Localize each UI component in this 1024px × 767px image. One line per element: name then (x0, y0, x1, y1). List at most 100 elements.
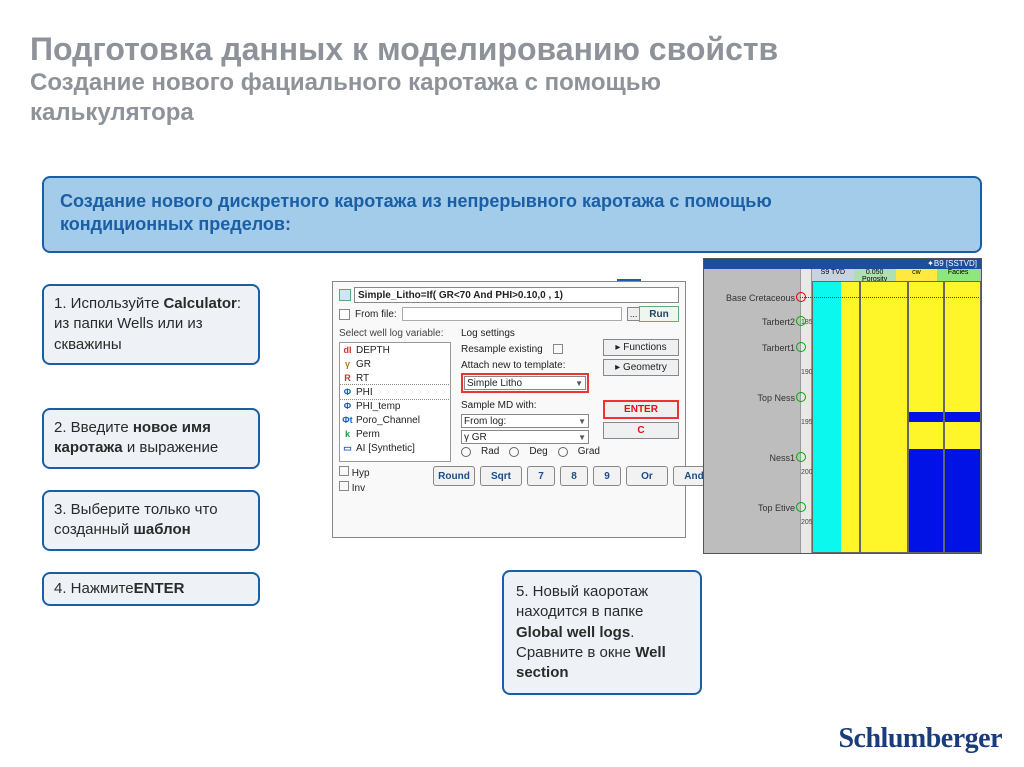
step-3-bold: шаблон (133, 521, 190, 538)
tree-item-phi_temp[interactable]: ΦPHI_temp (340, 399, 450, 413)
page-main-title: Подготовка данных к моделированию свойст… (30, 32, 994, 67)
well-section-panel: ✦B9 [SSTVD] S9 TVD 0.050 Porosity 0.500 … (703, 258, 982, 554)
well-log-tree[interactable]: dIDEPTHγGRRRTΦPHIΦPHI_tempΦtPoro_Channel… (339, 342, 451, 462)
top-marker-icon (796, 342, 806, 352)
select-variable-label: Select well log variable: (339, 328, 444, 339)
tree-item-poro_channel[interactable]: ΦtPoro_Channel (340, 413, 450, 427)
inv-label: Inv (352, 483, 365, 494)
top-label: Tarbert2 (762, 317, 795, 327)
top-label: Base Cretaceous (726, 293, 795, 303)
track-header-c: cw (896, 269, 938, 281)
top-label: Tarbert1 (762, 343, 795, 353)
log-type-icon: γ (342, 359, 353, 370)
gr-select[interactable]: γ GR (464, 432, 487, 443)
top-marker-icon (796, 502, 806, 512)
calculator-window: Simple_Litho=If( GR<70 And PHI>0.10,0 , … (332, 281, 686, 538)
rad-label: Rad (481, 446, 499, 457)
top-label: Top Ness (757, 393, 795, 403)
track-column-4 (944, 281, 981, 553)
template-select[interactable]: Simple Litho (467, 378, 522, 389)
base-cretaceous-line (800, 297, 979, 298)
right-button-column: ▸ Functions ▸ Geometry ENTER C (603, 339, 679, 439)
step-1-bold: Calculator (163, 295, 236, 312)
tree-item-label: GR (356, 359, 371, 370)
resample-checkbox[interactable] (553, 344, 563, 354)
depth-tick: 1950 (801, 419, 811, 426)
track-column-1 (812, 281, 860, 553)
sample-md-label: Sample MD with: (461, 397, 589, 413)
deg-label: Deg (529, 446, 547, 457)
tree-item-depth[interactable]: dIDEPTH (340, 343, 450, 357)
attach-label: Attach new to template: (461, 357, 589, 373)
geometry-button[interactable]: ▸ Geometry (603, 359, 679, 376)
dropdown-icon[interactable]: ▼ (578, 417, 586, 426)
tree-item-perm[interactable]: kPerm (340, 427, 450, 441)
track-header-a: S9 TVD (812, 269, 854, 281)
formula-input[interactable]: Simple_Litho=If( GR<70 And PHI>0.10,0 , … (354, 287, 679, 303)
key-7[interactable]: 7 (527, 466, 555, 486)
tree-item-label: RT (356, 373, 369, 384)
depth-tick: 2050 (801, 519, 811, 526)
key-8[interactable]: 8 (560, 466, 588, 486)
instruction-line2: кондиционных пределов: (60, 214, 291, 234)
top-marker-icon (796, 316, 806, 326)
from-file-path-input[interactable] (402, 307, 622, 321)
top-label: Top Etive (758, 503, 795, 513)
key-or[interactable]: Or (626, 466, 668, 486)
log-type-icon: Φ (342, 401, 353, 412)
top-label: Ness1 (769, 453, 795, 463)
page-subtitle-1: Создание нового фациального каротажа с п… (30, 69, 994, 97)
track-header-d: Facies (937, 269, 979, 281)
from-log-select[interactable]: From log: (464, 416, 506, 427)
schlumberger-logo: Schlumberger (838, 723, 1002, 755)
run-button[interactable]: Run (639, 306, 679, 322)
clear-button[interactable]: C (603, 422, 679, 439)
from-file-label: From file: (355, 309, 397, 320)
instruction-line1: Создание нового дискретного каротажа из … (60, 191, 772, 211)
log-type-icon: Φ (342, 387, 353, 398)
track-header-b: 0.050 Porosity 0.500 (854, 269, 896, 281)
functions-button[interactable]: ▸ Functions (603, 339, 679, 356)
key-sqrt[interactable]: Sqrt (480, 466, 522, 486)
tree-item-rt[interactable]: RRT (340, 371, 450, 385)
step-5-pre: 5. Новый каоротаж находится в папке (516, 583, 648, 620)
top-marker-icon (796, 392, 806, 402)
depth-tick: 1900 (801, 369, 811, 376)
tree-item-label: PHI_temp (356, 401, 400, 412)
tree-item-label: PHI (356, 387, 373, 398)
step-4-pre: 4. Нажмите (54, 579, 134, 599)
log-type-icon: ▭ (342, 443, 353, 454)
top-marker-icon (796, 452, 806, 462)
top-marker-icon (796, 292, 806, 302)
depth-tick: 2000 (801, 469, 811, 476)
step-4-box: 4. Нажмите ENTER (42, 572, 260, 606)
grad-label: Grad (578, 446, 600, 457)
tree-item-gr[interactable]: γGR (340, 357, 450, 371)
formula-mode-icon[interactable] (339, 289, 351, 301)
track-column-3 (908, 281, 944, 553)
key-round[interactable]: Round (433, 466, 475, 486)
step-5-bold1: Global well logs (516, 624, 630, 641)
tree-item-ai [synthetic][interactable]: ▭AI [Synthetic] (340, 441, 450, 455)
track-column-2 (860, 281, 908, 553)
instruction-panel: Создание нового дискретного каротажа из … (42, 176, 982, 253)
tree-item-phi[interactable]: ΦPHI (340, 385, 450, 399)
enter-button[interactable]: ENTER (603, 400, 679, 419)
rad-radio[interactable] (461, 447, 471, 457)
tree-item-label: AI [Synthetic] (356, 443, 415, 454)
grad-radio[interactable] (558, 447, 568, 457)
log-settings-group: Log settings Resample existing Attach ne… (461, 328, 589, 445)
key-9[interactable]: 9 (593, 466, 621, 486)
step-2-box: 2. Введите новое имя каротажа и выражени… (42, 408, 260, 469)
from-file-checkbox[interactable] (339, 309, 350, 320)
dropdown-icon[interactable]: ▼ (575, 379, 583, 388)
hyp-label: Hyp (352, 468, 370, 479)
resample-label: Resample existing (461, 344, 543, 355)
step-5-box: 5. Новый каоротаж находится в папке Glob… (502, 570, 702, 695)
log-type-icon: R (342, 373, 353, 384)
deg-radio[interactable] (509, 447, 519, 457)
well-section-header: ✦B9 [SSTVD] (704, 259, 981, 269)
dropdown-icon[interactable]: ▼ (578, 433, 586, 442)
log-type-icon: k (342, 429, 353, 440)
tree-item-label: DEPTH (356, 345, 390, 356)
